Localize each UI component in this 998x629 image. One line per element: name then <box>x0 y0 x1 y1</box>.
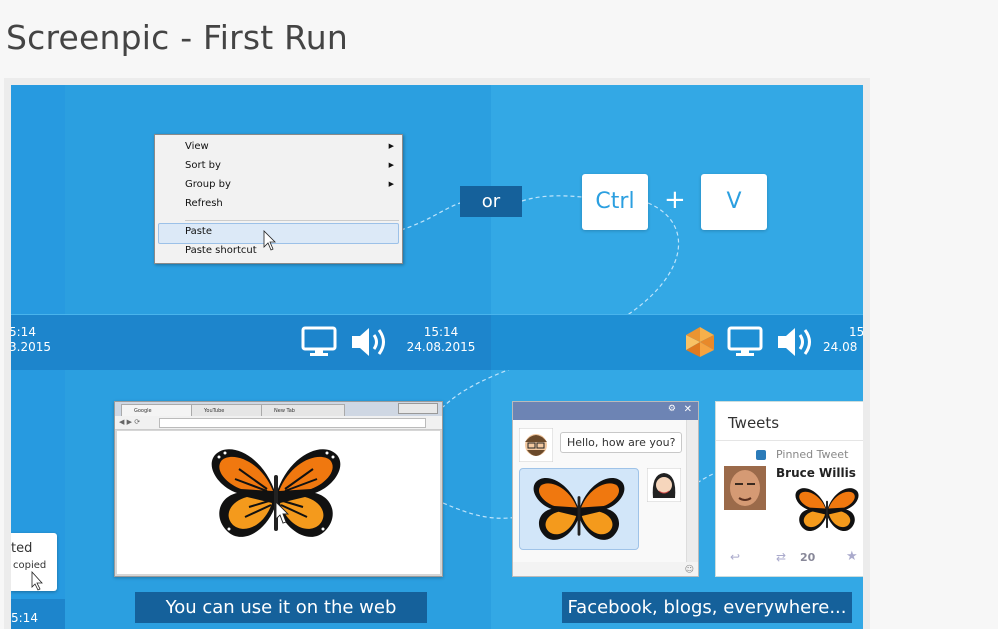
window-controls[interactable] <box>398 403 438 414</box>
menu-item-sort-by[interactable]: Sort by <box>185 157 221 175</box>
or-badge: or <box>460 186 522 217</box>
retweet-count: 20 <box>800 551 816 564</box>
retweet-icon[interactable]: ⇄ <box>776 550 786 564</box>
page-title: Screenpic - First Run <box>6 18 349 57</box>
plus-sign: + <box>664 185 686 215</box>
nav-arrows-icon[interactable]: ◀ ▶ ⟳ <box>119 418 140 426</box>
address-bar[interactable] <box>159 418 426 428</box>
butterfly-image <box>211 449 341 537</box>
tweets-panel: Tweets Pinned Tweet Bruce Willis ↩ ⇄ 20 … <box>715 401 863 577</box>
menu-item-paste-shortcut[interactable]: Paste shortcut <box>185 242 257 260</box>
gear-icon[interactable]: ⚙ <box>668 404 676 414</box>
monitor-icon-right[interactable] <box>727 326 763 358</box>
v-key: V <box>701 174 767 230</box>
tweets-title: Tweets <box>728 414 780 432</box>
speaker-icon[interactable] <box>349 325 391 359</box>
chat-message: Hello, how are you? <box>560 432 683 453</box>
menu-item-view[interactable]: View <box>185 138 209 156</box>
taskbar-clock-partial: 5:14 <box>11 611 38 625</box>
chevron-right-icon: ▶ <box>388 161 394 169</box>
menu-item-paste[interactable]: Paste <box>185 223 212 241</box>
context-menu: View ▶ Sort by ▶ Group by ▶ Refresh Past… <box>154 134 403 264</box>
taskbar-clock-center: 15:14 24.08.2015 <box>406 325 476 354</box>
ctrl-key: Ctrl <box>582 174 648 230</box>
emoji-icon[interactable]: ☺ <box>685 565 694 575</box>
chevron-right-icon: ▶ <box>388 180 394 188</box>
butterfly-image <box>533 478 625 540</box>
author-avatar <box>724 466 766 510</box>
copied-notification: ted copied <box>11 533 57 591</box>
browser-content <box>117 431 440 574</box>
butterfly-image <box>795 488 859 532</box>
screenpic-app-icon[interactable] <box>683 325 717 359</box>
taskbar-clock-left: 5:14 3.2015 <box>11 325 51 354</box>
avatar-man <box>519 428 553 462</box>
chat-header: ✕ ⚙ <box>513 402 698 420</box>
menu-item-refresh[interactable]: Refresh <box>185 195 223 213</box>
tweet-author[interactable]: Bruce Willis <box>776 466 856 480</box>
taskbar-clock-right: 15 24.08 <box>823 325 863 354</box>
browser-toolbar: ◀ ▶ ⟳ <box>115 416 442 430</box>
favorite-icon[interactable]: ★ <box>846 549 858 564</box>
shared-image-bubble <box>519 468 639 550</box>
reply-icon[interactable]: ↩ <box>730 550 740 564</box>
browser-window: Google YouTube New Tab ◀ ▶ ⟳ <box>114 401 443 577</box>
monitor-icon[interactable] <box>301 326 337 358</box>
menu-item-group-by[interactable]: Group by <box>185 176 231 194</box>
mouse-cursor-icon <box>263 230 276 251</box>
chevron-right-icon: ▶ <box>388 142 394 150</box>
caption-social: Facebook, blogs, everywhere... <box>562 592 852 623</box>
pin-icon <box>756 450 766 460</box>
chat-window: ✕ ⚙ Hello, how are you? ☺ <box>512 401 699 577</box>
chat-scrollbar[interactable] <box>686 420 698 562</box>
avatar-woman <box>647 468 681 502</box>
speaker-icon-right[interactable] <box>775 325 817 359</box>
mouse-cursor-icon <box>275 501 290 524</box>
pinned-label: Pinned Tweet <box>776 448 849 461</box>
mouse-cursor-icon <box>31 571 43 591</box>
illustration-panel: View ▶ Sort by ▶ Group by ▶ Refresh Past… <box>11 85 863 629</box>
close-icon[interactable]: ✕ <box>684 404 692 415</box>
caption-web: You can use it on the web <box>135 592 427 623</box>
